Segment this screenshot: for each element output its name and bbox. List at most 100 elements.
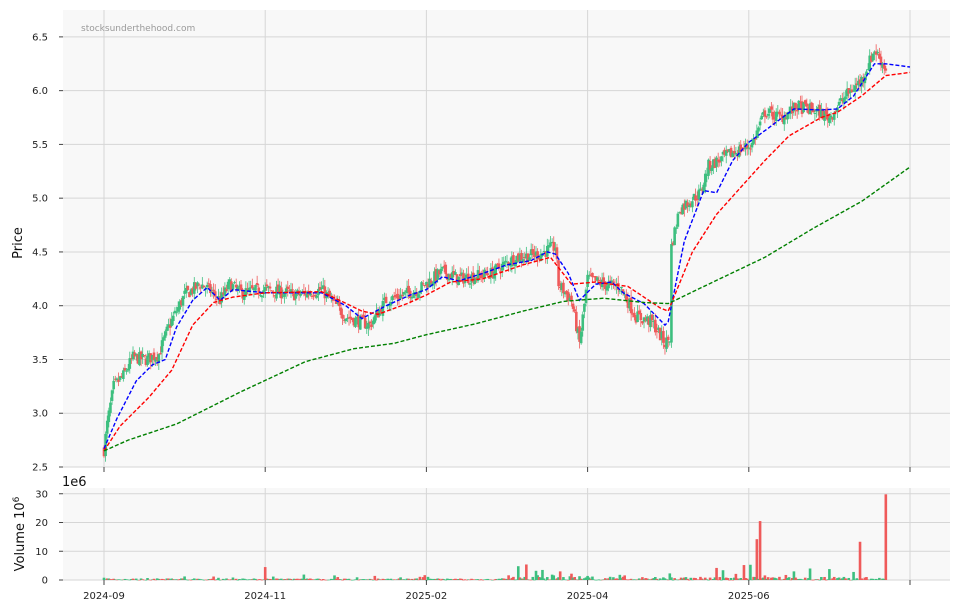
volume-bar xyxy=(847,577,851,580)
volume-bar xyxy=(816,579,820,580)
volume-bar xyxy=(217,577,220,580)
volume-bar xyxy=(787,577,791,580)
volume-bar xyxy=(852,571,855,580)
candle-body xyxy=(441,266,444,269)
candle-body xyxy=(571,303,575,309)
candle-body xyxy=(584,289,588,304)
candle-body xyxy=(263,286,267,291)
volume-bar xyxy=(749,564,752,580)
x-tick-label-0: 2024-09 xyxy=(83,591,125,602)
candle-body xyxy=(392,296,396,298)
price-y-axis-label: Price xyxy=(11,227,26,259)
candle-body xyxy=(367,322,370,329)
candle-body xyxy=(620,286,623,289)
volume-tick-label-20: 20 xyxy=(35,518,48,529)
candle-body xyxy=(417,294,420,298)
volume-bar xyxy=(552,575,556,580)
candle-body xyxy=(400,294,404,296)
candle-body xyxy=(109,402,112,413)
candle-body xyxy=(251,285,254,289)
candle-body xyxy=(770,106,773,110)
candle-body xyxy=(344,318,348,322)
candle-body xyxy=(520,253,523,260)
x-tick-label-1: 2024-11 xyxy=(244,591,286,602)
volume-bar xyxy=(720,579,723,581)
candle-body xyxy=(810,102,813,110)
volume-bar xyxy=(858,541,862,580)
volume-bar xyxy=(670,577,673,580)
volume-panel-background xyxy=(63,488,950,580)
stock-chart: 2.5 3.0 3.5 4.0 4.5 5.0 5.5 6.0 6.5 stocksundert… xyxy=(0,0,960,611)
candle-body xyxy=(123,368,127,371)
volume-tick-label-30: 30 xyxy=(35,489,48,500)
candle-body xyxy=(384,296,388,304)
candle-body xyxy=(122,370,125,380)
candle-body xyxy=(468,283,472,285)
volume-bar xyxy=(566,579,570,581)
volume-bar xyxy=(373,575,377,580)
price-x-ticks xyxy=(103,467,911,472)
volume-bar xyxy=(729,577,733,580)
volume-y-axis: 0 10 20 30 xyxy=(35,489,63,587)
volume-bar xyxy=(778,576,781,580)
volume-bar xyxy=(707,579,710,581)
candle-body xyxy=(126,368,130,371)
candle-body xyxy=(813,112,817,114)
candle-body xyxy=(186,285,190,290)
candle-body xyxy=(691,201,694,208)
candle-body xyxy=(117,379,120,382)
candle-body xyxy=(339,307,343,315)
candle-body xyxy=(749,148,752,150)
volume-bar xyxy=(134,578,138,580)
candle-body xyxy=(233,282,236,284)
candle-body xyxy=(597,279,601,281)
candle-body xyxy=(853,85,857,92)
price-tick-label-2.5: 2.5 xyxy=(32,463,48,474)
candle-body xyxy=(234,284,238,288)
volume-x-axis: 2024-09 2024-11 2025-02 2025-04 2025-06 xyxy=(83,580,911,602)
candle-body xyxy=(486,273,489,276)
candle-body xyxy=(734,153,738,155)
price-y-axis: 2.5 3.0 3.5 4.0 4.5 5.0 5.5 6.0 6.5 xyxy=(32,32,63,474)
volume-bar xyxy=(671,579,675,581)
candle-body xyxy=(562,282,565,294)
volume-offset-text: 1e6 xyxy=(62,475,87,490)
watermark-text: stocksunderthehood.com xyxy=(81,24,195,34)
candle-body xyxy=(254,284,257,291)
candle-body xyxy=(209,284,212,294)
candle-body xyxy=(125,370,128,372)
candle-body xyxy=(172,315,175,322)
volume-bar xyxy=(884,494,888,580)
volume-bar xyxy=(531,576,535,580)
candle-body xyxy=(662,330,665,343)
candle-body xyxy=(752,138,755,144)
candle-body xyxy=(315,295,319,298)
candle-body xyxy=(309,293,312,296)
candle-body xyxy=(341,314,344,319)
candle-body xyxy=(581,314,585,331)
volume-bar xyxy=(318,579,322,580)
price-tick-label-5.5: 5.5 xyxy=(32,140,48,151)
candle-body xyxy=(844,96,847,100)
candle-body xyxy=(618,290,622,292)
volume-bar xyxy=(320,579,323,581)
candle-body xyxy=(720,156,723,162)
candle-body xyxy=(778,111,781,115)
candle-body xyxy=(494,264,498,275)
candle-body xyxy=(586,274,589,287)
candle-body xyxy=(670,244,673,343)
candle-body xyxy=(654,319,657,333)
candle-body xyxy=(884,68,888,71)
candle-body xyxy=(291,289,294,291)
volume-bar xyxy=(144,579,148,581)
candle-body xyxy=(583,303,586,312)
price-tick-label-6.0: 6.0 xyxy=(32,86,48,97)
candle-body xyxy=(828,117,831,123)
candle-body xyxy=(354,317,357,327)
candle-body xyxy=(757,127,760,132)
candle-body xyxy=(236,287,240,290)
candle-body xyxy=(763,110,767,117)
chart-canvas: 2.5 3.0 3.5 4.0 4.5 5.0 5.5 6.0 6.5 stocksundert… xyxy=(11,10,950,602)
candle-body xyxy=(573,309,577,312)
volume-bar xyxy=(828,569,831,580)
